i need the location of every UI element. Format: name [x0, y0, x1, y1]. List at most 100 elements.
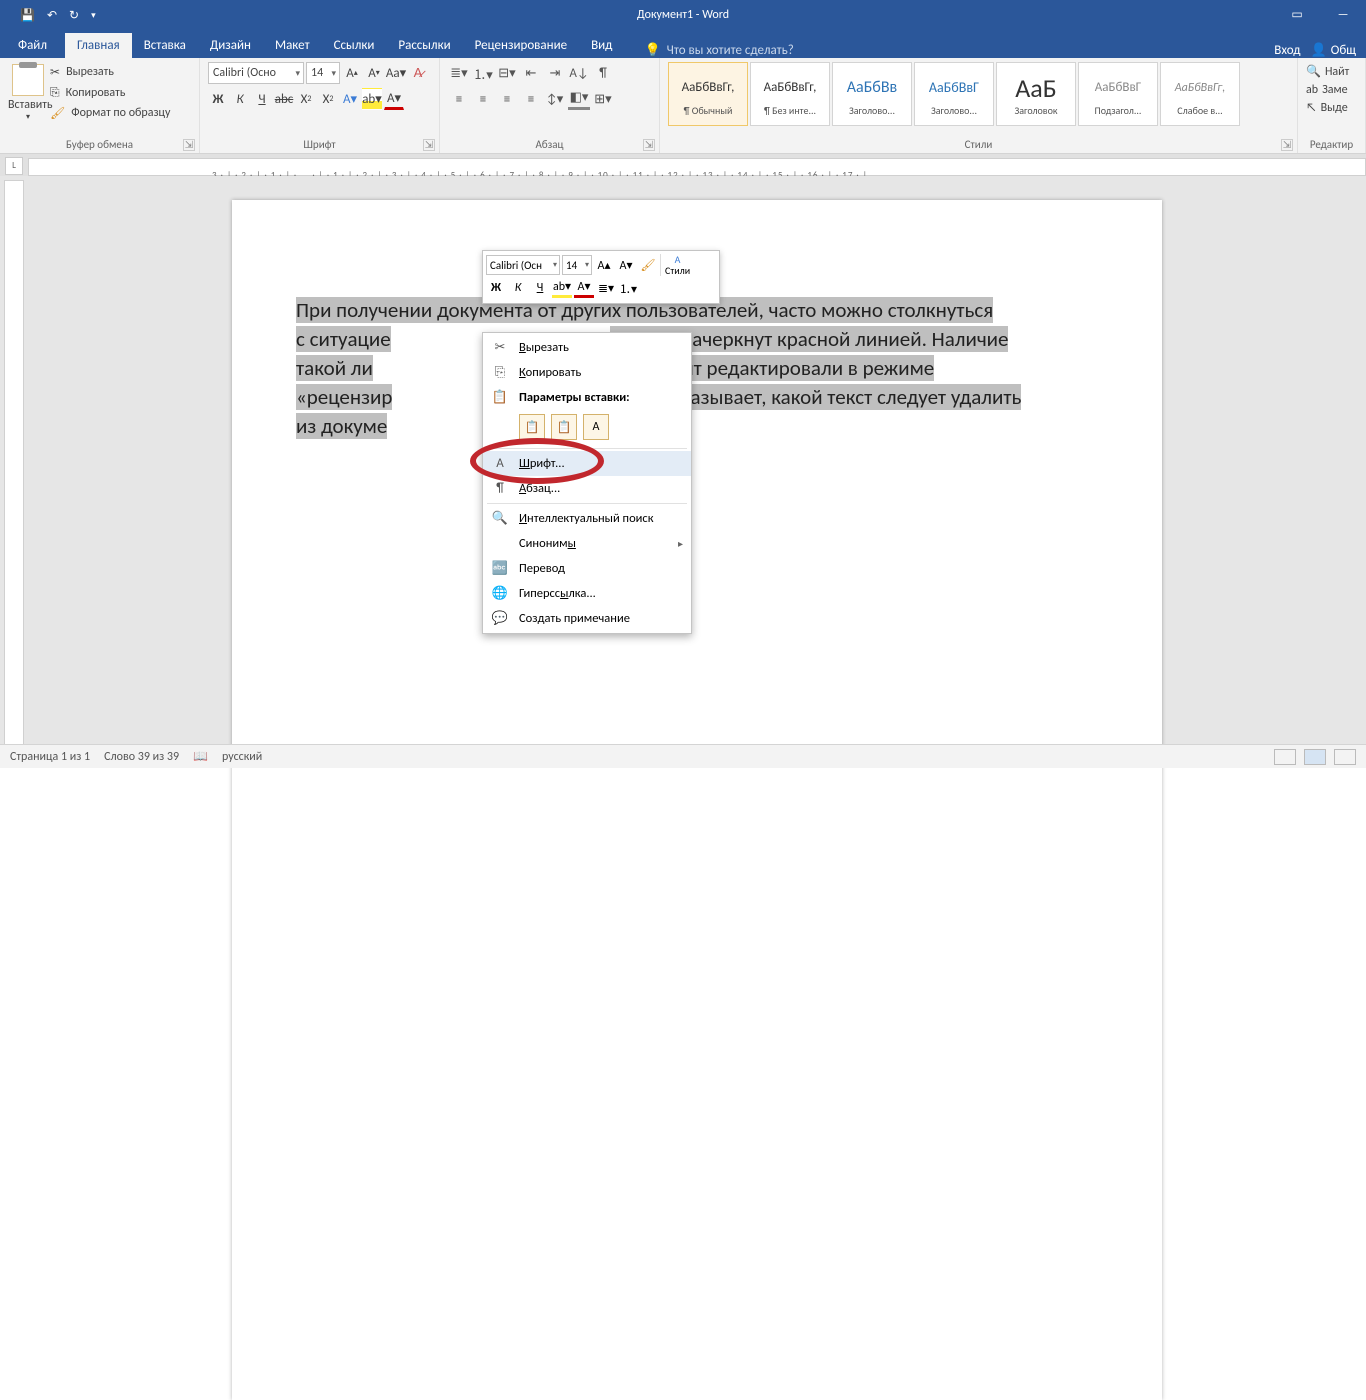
- tab-references[interactable]: Ссылки: [322, 33, 387, 58]
- ctx-font[interactable]: AШрифт...: [483, 451, 691, 476]
- read-mode-icon[interactable]: [1274, 749, 1296, 765]
- style-item[interactable]: АаБбВвГг,Слабое в...: [1160, 62, 1240, 126]
- horizontal-ruler[interactable]: 3 · | · 2 · | · 1 · | · · | · 1 · | · 2 …: [28, 158, 1366, 176]
- mini-font-color-icon[interactable]: A▾: [574, 278, 594, 298]
- subscript-button[interactable]: X2: [296, 88, 316, 110]
- vertical-ruler[interactable]: [4, 180, 24, 746]
- ctx-synonyms[interactable]: Синонимы▸: [483, 531, 691, 556]
- align-center-icon[interactable]: ≡: [472, 88, 494, 110]
- tab-home[interactable]: Главная: [65, 33, 132, 58]
- qat-more-icon[interactable]: ▾: [91, 10, 96, 21]
- mini-italic-button[interactable]: К: [508, 278, 528, 298]
- print-layout-icon[interactable]: [1304, 749, 1326, 765]
- minimize-icon[interactable]: —: [1320, 0, 1366, 30]
- tab-design[interactable]: Дизайн: [198, 33, 263, 58]
- show-marks-icon[interactable]: ¶: [592, 62, 614, 84]
- paragraph-dialog-launcher[interactable]: ⇲: [643, 139, 655, 151]
- mini-highlight-icon[interactable]: ab▾: [552, 278, 572, 298]
- save-icon[interactable]: 💾: [20, 8, 35, 22]
- mini-grow-icon[interactable]: A▴: [594, 255, 614, 275]
- ctx-hyperlink[interactable]: 🌐Гиперссылка...: [483, 581, 691, 606]
- paste-button[interactable]: Вставить ▾: [8, 62, 48, 122]
- increase-indent-icon[interactable]: ⇥: [544, 62, 566, 84]
- align-right-icon[interactable]: ≡: [496, 88, 518, 110]
- change-case-icon[interactable]: Aa▾: [386, 62, 406, 84]
- mini-font-combo[interactable]: Calibri (Осн: [486, 255, 560, 275]
- redo-icon[interactable]: ↻: [69, 8, 79, 22]
- grow-font-icon[interactable]: A▴: [342, 62, 362, 84]
- strikethrough-button[interactable]: abc: [274, 88, 294, 110]
- shrink-font-icon[interactable]: A▾: [364, 62, 384, 84]
- styles-dialog-launcher[interactable]: ⇲: [1281, 139, 1293, 151]
- paste-merge-icon[interactable]: 📋: [551, 414, 577, 440]
- tab-insert[interactable]: Вставка: [132, 33, 198, 58]
- font-dialog-launcher[interactable]: ⇲: [423, 139, 435, 151]
- style-item[interactable]: АаБбВвГг,¶ Обычный: [668, 62, 748, 126]
- replace-button[interactable]: abЗаме: [1306, 81, 1357, 99]
- font-color-icon[interactable]: A▾: [384, 88, 404, 110]
- document-text[interactable]: При получении документа от других пользо…: [296, 296, 1098, 441]
- tab-view[interactable]: Вид: [579, 33, 624, 58]
- style-item[interactable]: АаБбВвГЗаголово...: [914, 62, 994, 126]
- share[interactable]: 👤Общ: [1311, 42, 1356, 58]
- borders-icon[interactable]: ⊞▾: [592, 88, 614, 110]
- paste-keep-source-icon[interactable]: 📋: [519, 414, 545, 440]
- ctx-smart-lookup[interactable]: 🔍Интеллектуальный поиск: [483, 506, 691, 531]
- tab-mailings[interactable]: Рассылки: [386, 33, 462, 58]
- find-button[interactable]: 🔍Найт: [1306, 62, 1357, 81]
- paste-text-only-icon[interactable]: A: [583, 414, 609, 440]
- font-size-combo[interactable]: 14: [306, 62, 340, 84]
- text-effects-icon[interactable]: A▾: [340, 88, 360, 110]
- undo-icon[interactable]: ↶: [47, 8, 57, 22]
- mini-bold-button[interactable]: Ж: [486, 278, 506, 298]
- tab-selector[interactable]: L: [5, 157, 23, 175]
- mini-shrink-icon[interactable]: A▾: [616, 255, 636, 275]
- mini-format-painter-icon[interactable]: 🖌: [638, 255, 658, 275]
- web-layout-icon[interactable]: [1334, 749, 1356, 765]
- shading-icon[interactable]: ◧▾: [568, 88, 590, 110]
- ctx-cut[interactable]: ✂Вырезать: [483, 335, 691, 360]
- style-item[interactable]: АаБбВвЗаголово...: [832, 62, 912, 126]
- style-item[interactable]: АаБбВвГг,¶ Без инте...: [750, 62, 830, 126]
- underline-button[interactable]: Ч: [252, 88, 272, 110]
- font-name-combo[interactable]: Calibri (Осно: [208, 62, 304, 84]
- ctx-comment[interactable]: 💬Создать примечание: [483, 606, 691, 631]
- clipboard-dialog-launcher[interactable]: ⇲: [183, 139, 195, 151]
- mini-numbering-icon[interactable]: ⒈▾: [618, 278, 638, 298]
- select-button[interactable]: ↖Выде: [1306, 99, 1357, 117]
- copy-button[interactable]: ⎘Копировать: [48, 84, 172, 101]
- justify-icon[interactable]: ≡: [520, 88, 542, 110]
- style-item[interactable]: АаБбВвГПодзагол...: [1078, 62, 1158, 126]
- mini-bullets-icon[interactable]: ≣▾: [596, 278, 616, 298]
- ctx-translate[interactable]: 🔤Перевод: [483, 556, 691, 581]
- status-words[interactable]: Слово 39 из 39: [104, 750, 179, 764]
- italic-button[interactable]: К: [230, 88, 250, 110]
- sort-icon[interactable]: A↓: [568, 62, 590, 84]
- tab-file[interactable]: Файл: [0, 33, 65, 58]
- tell-me[interactable]: 💡 Что вы хотите сделать?: [624, 42, 793, 58]
- align-left-icon[interactable]: ≡: [448, 88, 470, 110]
- status-spellcheck-icon[interactable]: 📖: [193, 749, 208, 764]
- bold-button[interactable]: Ж: [208, 88, 228, 110]
- line-spacing-icon[interactable]: ↕▾: [544, 88, 566, 110]
- cut-button[interactable]: ✂Вырезать: [48, 64, 172, 80]
- multilevel-icon[interactable]: ⊟▾: [496, 62, 518, 84]
- clear-format-icon[interactable]: A̷: [408, 62, 428, 84]
- styles-gallery[interactable]: АаБбВвГг,¶ ОбычныйАаБбВвГг,¶ Без инте...…: [668, 62, 1289, 126]
- document-page[interactable]: При получении документа от других пользо…: [232, 200, 1162, 1400]
- superscript-button[interactable]: X2: [318, 88, 338, 110]
- signin[interactable]: Вход: [1274, 43, 1300, 58]
- ribbon-options-icon[interactable]: ▭: [1274, 0, 1320, 30]
- mini-styles-button[interactable]: AСтили: [660, 254, 690, 276]
- ctx-paragraph[interactable]: ¶Абзац...: [483, 476, 691, 501]
- format-painter-button[interactable]: 🖌Формат по образцу: [48, 105, 172, 121]
- decrease-indent-icon[interactable]: ⇤: [520, 62, 542, 84]
- status-page[interactable]: Страница 1 из 1: [10, 750, 90, 764]
- mini-size-combo[interactable]: 14: [562, 255, 592, 275]
- bullets-icon[interactable]: ≣▾: [448, 62, 470, 84]
- ctx-copy[interactable]: ⎘Копировать: [483, 360, 691, 385]
- tab-layout[interactable]: Макет: [263, 33, 322, 58]
- tab-review[interactable]: Рецензирование: [463, 33, 579, 58]
- status-language[interactable]: русский: [222, 750, 262, 764]
- numbering-icon[interactable]: ⒈▾: [472, 62, 494, 84]
